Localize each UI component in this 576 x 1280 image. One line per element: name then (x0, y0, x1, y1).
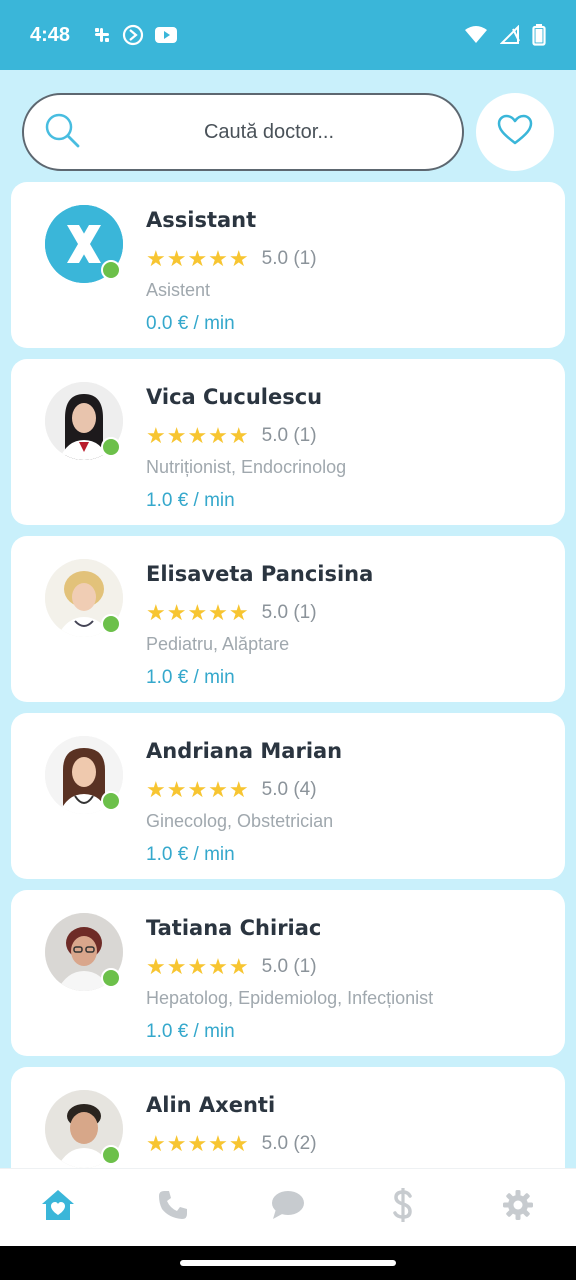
heart-icon (497, 114, 533, 151)
home-gesture-pill[interactable] (180, 1260, 396, 1266)
bottom-nav (0, 1168, 576, 1246)
search-box[interactable] (22, 93, 464, 171)
doctor-card[interactable]: Assistant ★★★★★ 5.0 (1) Asistent 0.0 € /… (11, 182, 565, 348)
rating-value: 5.0 (1) (261, 248, 317, 269)
gear-icon (502, 1189, 534, 1226)
status-left: 4:48 (30, 24, 178, 47)
online-status-dot (101, 968, 121, 988)
doctor-specialty: Asistent (146, 280, 211, 300)
online-status-dot (101, 1145, 121, 1165)
doctor-card[interactable]: Tatiana Chiriac ★★★★★ 5.0 (1) Hepatolog,… (11, 890, 565, 1056)
phone-icon (157, 1189, 189, 1226)
system-gesture-bar (0, 1246, 576, 1280)
rating-row: ★★★★★ 5.0 (1) (146, 423, 317, 449)
doctor-list[interactable]: Assistant ★★★★★ 5.0 (1) Asistent 0.0 € /… (11, 182, 565, 1168)
online-status-dot (101, 437, 121, 457)
rating-value: 5.0 (1) (261, 956, 317, 977)
doctor-name: Tatiana Chiriac (146, 916, 322, 940)
search-row (22, 93, 554, 171)
doctor-name: Andriana Marian (146, 739, 343, 763)
doctor-price: 1.0 € / min (146, 844, 235, 865)
doctor-name: Alin Axenti (146, 1093, 276, 1117)
online-status-dot (101, 260, 121, 280)
doctor-name: Assistant (146, 208, 257, 232)
nav-calls[interactable] (143, 1178, 203, 1238)
doctor-specialty: Ginecolog, Obstetrician (146, 811, 334, 831)
rating-stars: ★★★★★ (146, 600, 250, 625)
nav-chat[interactable] (258, 1178, 318, 1238)
signal-icon (500, 25, 520, 45)
nav-home[interactable] (28, 1178, 88, 1238)
rating-row: ★★★★★ 5.0 (1) (146, 600, 317, 626)
rating-stars: ★★★★★ (146, 1131, 250, 1156)
doctor-price: 1.0 € / min (146, 1021, 235, 1042)
rating-stars: ★★★★★ (146, 246, 250, 271)
rating-row: ★★★★★ 5.0 (2) (146, 1131, 317, 1157)
online-status-dot (101, 791, 121, 811)
rating-stars: ★★★★★ (146, 777, 250, 802)
home-heart-icon (40, 1188, 76, 1227)
rating-value: 5.0 (4) (261, 779, 317, 800)
sync-icon (122, 24, 144, 46)
rating-row: ★★★★★ 5.0 (4) (146, 777, 317, 803)
doctor-name: Vica Cuculescu (146, 385, 323, 409)
doctor-name: Elisaveta Pancisina (146, 562, 374, 586)
online-status-dot (101, 614, 121, 634)
youtube-icon (154, 26, 178, 44)
status-time: 4:48 (30, 23, 71, 46)
slack-icon (92, 25, 112, 45)
search-icon (42, 110, 82, 155)
dollar-icon (391, 1187, 415, 1228)
doctor-price: 0.0 € / min (146, 313, 235, 334)
doctor-card[interactable]: Alin Axenti ★★★★★ 5.0 (2) (11, 1067, 565, 1168)
rating-value: 5.0 (1) (261, 425, 317, 446)
search-input[interactable] (104, 120, 434, 144)
chat-icon (270, 1189, 306, 1226)
rating-stars: ★★★★★ (146, 954, 250, 979)
rating-value: 5.0 (2) (261, 1133, 317, 1154)
nav-payments[interactable] (373, 1178, 433, 1238)
rating-value: 5.0 (1) (261, 602, 317, 623)
doctor-specialty: Nutriționist, Endocrinolog (146, 457, 347, 477)
nav-settings[interactable] (488, 1178, 548, 1238)
doctor-specialty: Pediatru, Alăptare (146, 634, 290, 654)
doctor-card[interactable]: Vica Cuculescu ★★★★★ 5.0 (1) Nutriționis… (11, 359, 565, 525)
rating-stars: ★★★★★ (146, 423, 250, 448)
favorites-button[interactable] (476, 93, 554, 171)
wifi-icon (464, 25, 488, 45)
status-right (464, 24, 546, 46)
battery-icon (532, 24, 546, 46)
doctor-card[interactable]: Elisaveta Pancisina ★★★★★ 5.0 (1) Pediat… (11, 536, 565, 702)
doctor-price: 1.0 € / min (146, 667, 235, 688)
doctor-price: 1.0 € / min (146, 490, 235, 511)
rating-row: ★★★★★ 5.0 (1) (146, 954, 317, 980)
rating-row: ★★★★★ 5.0 (1) (146, 246, 317, 272)
doctor-specialty: Hepatolog, Epidemiolog, Infecționist (146, 988, 434, 1008)
doctor-card[interactable]: Andriana Marian ★★★★★ 5.0 (4) Ginecolog,… (11, 713, 565, 879)
status-bar: 4:48 (0, 0, 576, 70)
